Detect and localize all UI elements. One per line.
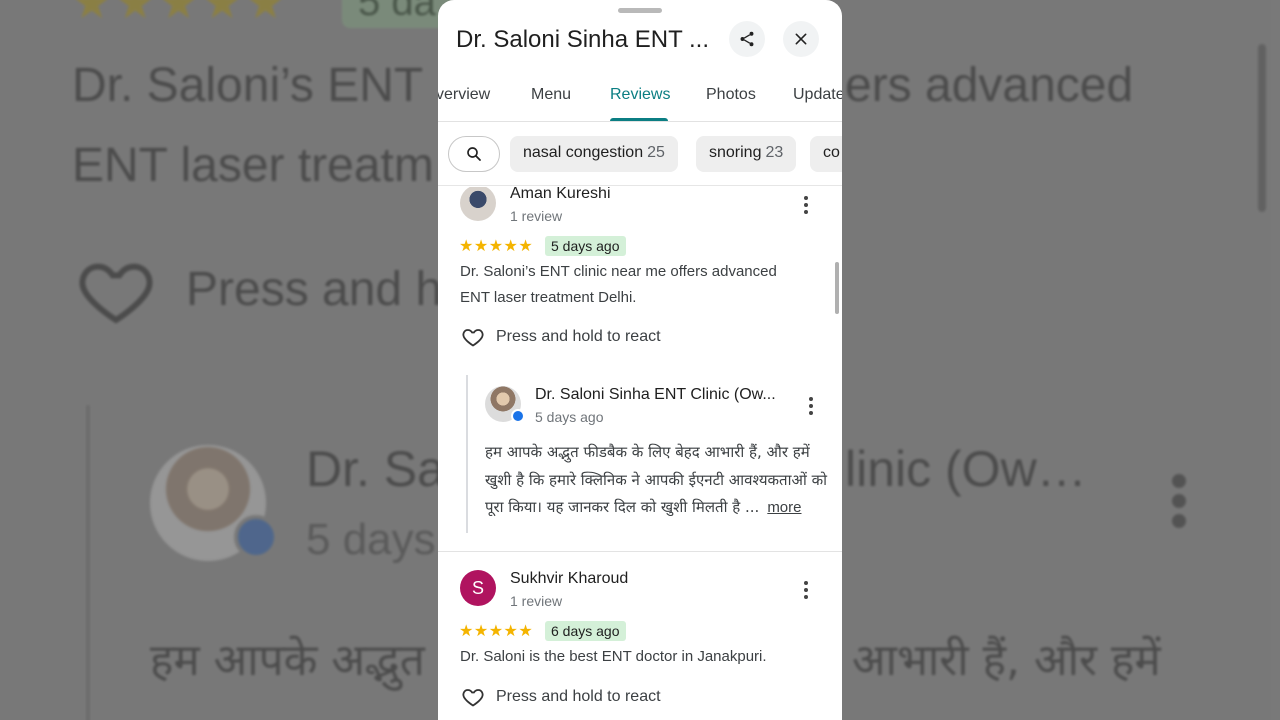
place-title: Dr. Saloni Sinha ENT ... — [456, 26, 710, 53]
search-icon — [467, 147, 481, 161]
react-label: Press and hold to react — [496, 328, 661, 345]
owner-reply-line — [466, 375, 468, 533]
chip-label: snoring — [709, 144, 762, 161]
owner-name[interactable]: Dr. Saloni Sinha ENT Clinic (Ow... — [535, 386, 776, 404]
tab-overview[interactable]: verview — [438, 86, 490, 104]
tab-updates[interactable]: Update — [793, 86, 842, 104]
review-date-badge: 5 days ago — [545, 236, 626, 256]
review-date-badge: 6 days ago — [545, 621, 626, 641]
reviewer-review-count: 1 review — [510, 593, 563, 609]
chip-co[interactable]: co — [810, 136, 842, 172]
chip-count: 25 — [647, 144, 665, 161]
tab-reviews[interactable]: Reviews — [610, 86, 670, 104]
chip-nasal-congestion[interactable]: nasal congestion 25 — [510, 136, 678, 172]
reviewer-review-count: 1 review — [510, 208, 563, 224]
tab-menu[interactable]: Menu — [531, 86, 571, 104]
reviewer-name[interactable]: Sukhvir Kharoud — [510, 570, 628, 588]
place-details-sheet: Dr. Saloni Sinha ENT ... verview Menu Re… — [438, 0, 842, 720]
review-more-options[interactable] — [801, 196, 811, 217]
reviews-list[interactable]: Aman Kureshi 1 review ★★★★★ 5 days ago D… — [438, 187, 842, 720]
reviewer-avatar[interactable] — [460, 187, 496, 221]
drag-handle[interactable] — [618, 8, 662, 13]
close-icon — [795, 33, 807, 45]
heart-icon — [462, 689, 484, 707]
chip-snoring[interactable]: snoring 23 — [696, 136, 797, 172]
tab-photos[interactable]: Photos — [706, 86, 756, 104]
review-text: Dr. Saloni’s ENT clinic near me offers a… — [460, 263, 777, 306]
search-reviews-button[interactable] — [448, 136, 500, 172]
close-button[interactable] — [783, 21, 819, 57]
chip-label: nasal congestion — [523, 144, 644, 161]
verified-icon — [511, 409, 525, 423]
star-rating: ★★★★★ — [459, 238, 534, 255]
chip-label: co — [823, 144, 840, 161]
star-rating: ★★★★★ — [459, 623, 534, 640]
review-topic-chips: nasal congestion 25 snoring 23 co — [438, 122, 842, 186]
react-button[interactable]: Press and hold to react — [460, 685, 661, 709]
react-label: Press and hold to react — [496, 688, 661, 705]
reviewer-name[interactable]: Aman Kureshi — [510, 187, 611, 203]
active-tab-indicator — [610, 118, 668, 121]
share-icon — [740, 31, 754, 47]
chip-count: 23 — [765, 144, 784, 161]
heart-icon — [462, 329, 484, 347]
tab-bar: verview Menu Reviews Photos Update — [438, 70, 842, 122]
share-button[interactable] — [729, 21, 765, 57]
scrollbar[interactable] — [835, 262, 839, 314]
owner-reply-more-options[interactable] — [806, 397, 816, 418]
more-link[interactable]: more — [767, 499, 801, 516]
react-button[interactable]: Press and hold to react — [460, 325, 661, 349]
review-divider — [438, 551, 842, 552]
owner-reply-text: हम आपके अद्भुत फीडबैक के लिए बेहद आभारी … — [485, 439, 830, 522]
review-more-options[interactable] — [801, 581, 811, 602]
owner-reply-date: 5 days ago — [535, 409, 604, 425]
review-text: Dr. Saloni is the best ENT doctor in Jan… — [460, 648, 767, 665]
reviewer-avatar[interactable]: S — [460, 570, 496, 606]
